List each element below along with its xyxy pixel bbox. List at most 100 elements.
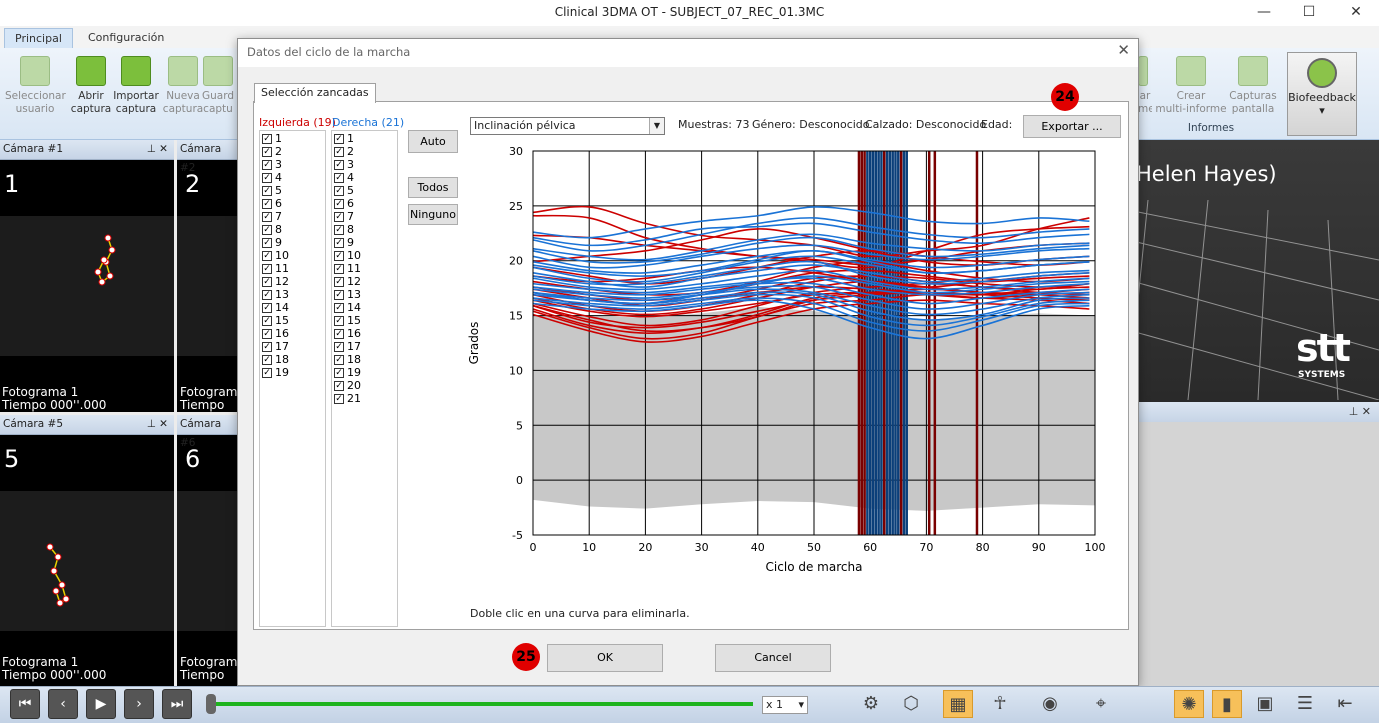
checkbox[interactable]: ✓ <box>334 185 344 196</box>
checkbox[interactable]: ✓ <box>262 276 272 287</box>
checkbox[interactable]: ✓ <box>334 133 344 144</box>
select-all-button[interactable]: Todos <box>408 177 458 198</box>
checkbox[interactable]: ✓ <box>334 146 344 157</box>
right-stride-17[interactable]: ✓ 17 <box>334 340 397 353</box>
checkbox[interactable]: ✓ <box>334 224 344 235</box>
checkbox[interactable]: ✓ <box>334 380 344 391</box>
next-frame-icon[interactable]: › <box>124 689 154 719</box>
3d-view-panel[interactable]: Helen Hayes) stt SYSTEMS ⊥ ✕ <box>1128 140 1379 686</box>
left-stride-1[interactable]: ✓ 1 <box>262 132 325 145</box>
right-stride-4[interactable]: ✓ 4 <box>334 171 397 184</box>
tab-principal[interactable]: Principal <box>4 28 73 48</box>
exit-icon[interactable]: ⇤ <box>1330 690 1360 718</box>
report-partial-button[interactable]: ar me <box>1138 52 1152 122</box>
chevron-down-icon[interactable]: ▼ <box>649 118 664 134</box>
skeleton-icon[interactable]: ☥ <box>985 690 1015 718</box>
checkbox[interactable]: ✓ <box>262 198 272 209</box>
aperture-icon[interactable]: ✺ <box>1174 690 1204 718</box>
right-stride-16[interactable]: ✓ 16 <box>334 327 397 340</box>
right-stride-10[interactable]: ✓ 10 <box>334 249 397 262</box>
chart-icon[interactable]: ▮ <box>1212 690 1242 718</box>
auto-button[interactable]: Auto <box>408 130 458 153</box>
left-stride-14[interactable]: ✓ 14 <box>262 301 325 314</box>
screenshots-button[interactable]: Capturas pantalla <box>1222 52 1284 122</box>
right-stride-13[interactable]: ✓ 13 <box>334 288 397 301</box>
left-stride-2[interactable]: ✓ 2 <box>262 145 325 158</box>
create-multireport-button[interactable]: Crear multi-informe <box>1155 52 1227 122</box>
right-stride-3[interactable]: ✓ 3 <box>334 158 397 171</box>
minimize-icon[interactable]: — <box>1241 0 1287 26</box>
export-button[interactable]: Exportar ... <box>1023 115 1121 138</box>
markers-icon[interactable]: ⚙ <box>856 690 886 718</box>
checkbox[interactable]: ✓ <box>334 198 344 209</box>
checkbox[interactable]: ✓ <box>262 354 272 365</box>
checkbox[interactable]: ✓ <box>334 289 344 300</box>
checkbox[interactable]: ✓ <box>334 302 344 313</box>
timeline-handle[interactable] <box>206 694 216 714</box>
checkbox[interactable]: ✓ <box>334 315 344 326</box>
pin-icon[interactable]: ⊥ ✕ <box>147 415 168 434</box>
right-stride-7[interactable]: ✓ 7 <box>334 210 397 223</box>
pin-icon[interactable]: ⊥ ✕ <box>147 140 168 159</box>
ok-button[interactable]: OK <box>547 644 663 672</box>
first-frame-icon[interactable]: ⏮ <box>10 689 40 719</box>
left-stride-11[interactable]: ✓ 11 <box>262 262 325 275</box>
tab-stride-selection[interactable]: Selección zancadas <box>254 83 376 103</box>
right-stride-19[interactable]: ✓ 19 <box>334 366 397 379</box>
select-user-button[interactable]: Seleccionar usuario <box>5 52 66 122</box>
right-strides-list[interactable]: ✓ 1 ✓ 2 ✓ 3 ✓ 4 ✓ 5 ✓ 6 ✓ 7 ✓ 8 ✓ 9 ✓ 10 ✓ 11 ✓ 12 ✓ 13 ✓ 14 ✓ 15 ✓ 16 ✓… <box>331 130 398 627</box>
target-icon[interactable]: ⌖ <box>1086 690 1116 718</box>
right-stride-8[interactable]: ✓ 8 <box>334 223 397 236</box>
checkbox[interactable]: ✓ <box>334 211 344 222</box>
right-stride-1[interactable]: ✓ 1 <box>334 132 397 145</box>
checkbox[interactable]: ✓ <box>262 367 272 378</box>
left-stride-16[interactable]: ✓ 16 <box>262 327 325 340</box>
checkbox[interactable]: ✓ <box>334 354 344 365</box>
right-stride-11[interactable]: ✓ 11 <box>334 262 397 275</box>
eye-icon[interactable]: ◉ <box>1035 690 1065 718</box>
left-stride-10[interactable]: ✓ 10 <box>262 249 325 262</box>
speed-select[interactable]: x 1 ▾ <box>762 696 808 714</box>
maximize-icon[interactable]: ☐ <box>1286 0 1332 26</box>
close-icon[interactable]: ✕ <box>1333 0 1379 26</box>
checkbox[interactable]: ✓ <box>334 172 344 183</box>
checkbox[interactable]: ✓ <box>262 289 272 300</box>
cube-icon[interactable]: ⬡ <box>896 690 926 718</box>
checkbox[interactable]: ✓ <box>334 393 344 404</box>
right-stride-6[interactable]: ✓ 6 <box>334 197 397 210</box>
checkbox[interactable]: ✓ <box>334 237 344 248</box>
pin-icon[interactable]: ⊥ ✕ <box>1349 405 1371 418</box>
right-stride-12[interactable]: ✓ 12 <box>334 275 397 288</box>
checkbox[interactable]: ✓ <box>262 302 272 313</box>
checkbox[interactable]: ✓ <box>334 263 344 274</box>
select-none-button[interactable]: Ninguno <box>408 204 458 225</box>
timeline-track[interactable] <box>210 702 753 706</box>
checkbox[interactable]: ✓ <box>262 328 272 339</box>
grid-icon[interactable]: ▦ <box>943 690 973 718</box>
right-stride-15[interactable]: ✓ 15 <box>334 314 397 327</box>
checkbox[interactable]: ✓ <box>334 341 344 352</box>
play-icon[interactable]: ▶ <box>86 689 116 719</box>
left-stride-15[interactable]: ✓ 15 <box>262 314 325 327</box>
left-stride-17[interactable]: ✓ 17 <box>262 340 325 353</box>
right-stride-2[interactable]: ✓ 2 <box>334 145 397 158</box>
left-stride-12[interactable]: ✓ 12 <box>262 275 325 288</box>
right-stride-14[interactable]: ✓ 14 <box>334 301 397 314</box>
checkbox[interactable]: ✓ <box>262 133 272 144</box>
left-stride-9[interactable]: ✓ 9 <box>262 236 325 249</box>
checkbox[interactable]: ✓ <box>334 159 344 170</box>
checkbox[interactable]: ✓ <box>262 146 272 157</box>
save-capture-button[interactable]: Guard captu <box>198 52 238 122</box>
left-stride-8[interactable]: ✓ 8 <box>262 223 325 236</box>
checkbox[interactable]: ✓ <box>262 315 272 326</box>
checkbox[interactable]: ✓ <box>334 250 344 261</box>
checkbox[interactable]: ✓ <box>262 263 272 274</box>
tab-configuracion[interactable]: Configuración <box>78 28 174 48</box>
biofeedback-button[interactable]: Biofeedback ▾ <box>1287 52 1357 136</box>
camera-icon[interactable]: ▣ <box>1250 690 1280 718</box>
checkbox[interactable]: ✓ <box>334 276 344 287</box>
left-stride-7[interactable]: ✓ 7 <box>262 210 325 223</box>
checkbox[interactable]: ✓ <box>334 328 344 339</box>
right-stride-9[interactable]: ✓ 9 <box>334 236 397 249</box>
left-stride-18[interactable]: ✓ 18 <box>262 353 325 366</box>
